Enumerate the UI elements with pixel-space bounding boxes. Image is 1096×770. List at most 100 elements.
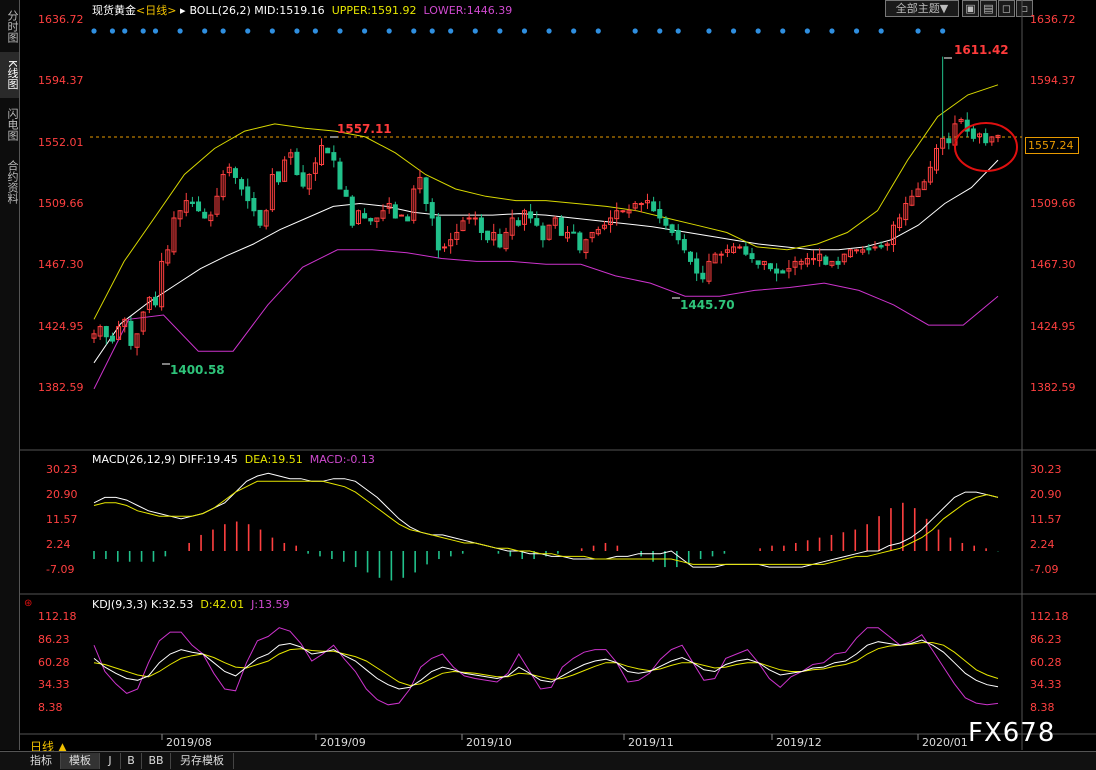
- signal-dot: [546, 28, 552, 34]
- y-tick-macd: 20.90: [46, 488, 78, 501]
- candle-body: [109, 335, 115, 342]
- y-tick-main: 1424.95: [38, 319, 84, 333]
- tab-j[interactable]: J: [100, 753, 121, 769]
- signal-dot: [386, 28, 392, 34]
- signal-dot: [140, 28, 146, 34]
- signal-dot: [675, 28, 681, 34]
- chart-canvas[interactable]: [0, 0, 1096, 769]
- dea-label: DEA:19.51: [244, 453, 303, 466]
- signal-dot: [269, 28, 275, 34]
- candle-body: [300, 172, 306, 187]
- signal-dot: [361, 28, 368, 34]
- y-tick-macd: 11.57: [1030, 513, 1062, 526]
- candle-body: [755, 260, 761, 265]
- signal-dot: [571, 28, 577, 34]
- upper-label: UPPER:1591.92: [331, 4, 417, 17]
- y-tick-main: 1552.01: [38, 135, 84, 149]
- candle-body: [872, 246, 878, 249]
- candle-body: [239, 179, 245, 190]
- signal-dot: [878, 28, 884, 34]
- boll-bands: [93, 84, 999, 390]
- k-label: K:32.53: [151, 598, 194, 611]
- low-label: 1400.58: [170, 363, 225, 377]
- candle-body: [620, 210, 626, 213]
- candle-body: [257, 209, 263, 226]
- candle-body: [528, 211, 534, 219]
- candle-body: [232, 168, 238, 178]
- x-tick-label: 2020/01: [922, 736, 968, 749]
- boll-label: BOLL(26,2): [189, 4, 251, 17]
- lower-label: LOWER:1446.39: [423, 4, 513, 17]
- candle-body: [103, 326, 109, 338]
- signal-dot: [730, 28, 737, 34]
- candle-body: [343, 189, 349, 197]
- candle-body: [823, 256, 829, 265]
- candle-body: [688, 251, 694, 262]
- candle-body: [398, 214, 404, 217]
- kdj-j-line: [93, 627, 999, 706]
- tab-save-template[interactable]: 另存模板: [171, 753, 234, 769]
- candle-body: [970, 128, 976, 139]
- candle-body: [651, 201, 657, 212]
- y-tick-macd: 20.90: [1030, 488, 1062, 501]
- kdj-label: KDJ(9,3,3): [92, 598, 148, 611]
- candle-body: [472, 217, 478, 220]
- arrow-icon: ▸: [179, 4, 186, 17]
- y-tick-kdj: 86.23: [1030, 632, 1062, 646]
- signal-dot: [521, 28, 528, 34]
- tab-b[interactable]: B: [121, 753, 142, 769]
- signal-dot: [220, 28, 226, 34]
- signal-dot: [595, 28, 601, 34]
- kdj-panel: [93, 627, 999, 706]
- tab-indicator[interactable]: 指标: [22, 753, 61, 769]
- y-tick-main: 1594.37: [38, 74, 84, 88]
- candle-body: [663, 218, 669, 226]
- y-tick-kdj: 8.38: [38, 701, 63, 714]
- current-price-box: 1557.24: [1025, 137, 1079, 154]
- candle-body: [478, 217, 484, 233]
- y-tick-macd: 30.23: [1030, 463, 1062, 476]
- candle-body: [534, 218, 540, 226]
- settings-icon[interactable]: ⊛: [24, 598, 32, 609]
- y-tick-kdj: 34.33: [1030, 678, 1062, 692]
- candle-body: [749, 253, 755, 260]
- candle-body: [675, 230, 681, 241]
- macd-value-label: MACD:-0.13: [309, 453, 375, 466]
- signal-dot: [657, 28, 663, 34]
- candle-body: [405, 216, 411, 222]
- boll-lower-line: [93, 249, 999, 390]
- candle-body: [497, 233, 503, 248]
- y-tick-macd: 30.23: [46, 463, 78, 476]
- candle-body: [694, 258, 700, 274]
- candle-body: [681, 239, 687, 251]
- candle-body: [700, 272, 706, 280]
- tab-template[interactable]: 模板: [61, 753, 100, 769]
- candle-body: [202, 211, 208, 219]
- candle-body: [275, 171, 281, 183]
- candle-body: [196, 201, 202, 212]
- signal-dots: [91, 28, 946, 34]
- period-label: <日线>: [136, 4, 177, 17]
- signal-dot: [152, 28, 159, 34]
- swing-high-label: 1557.11: [337, 122, 392, 136]
- candle-body: [558, 217, 564, 236]
- signal-dot: [780, 28, 786, 34]
- candle-body: [946, 138, 952, 144]
- signal-dot: [448, 28, 454, 34]
- macd-panel: [93, 472, 999, 581]
- signal-dot: [245, 28, 251, 34]
- candle-body: [392, 204, 398, 219]
- candle-body: [251, 198, 257, 212]
- candle-body: [835, 260, 841, 265]
- candle-body: [780, 270, 786, 274]
- candle-body: [152, 296, 158, 306]
- candle-body: [657, 209, 663, 219]
- y-tick-main: 1636.72: [1030, 13, 1076, 26]
- y-tick-kdj: 112.18: [38, 610, 77, 623]
- candle-body: [540, 225, 546, 241]
- x-tick-label: 2019/12: [776, 736, 822, 749]
- candle-body: [429, 202, 435, 219]
- candle-body: [423, 177, 429, 205]
- candle-body: [983, 133, 989, 144]
- tab-bb[interactable]: BB: [142, 753, 171, 769]
